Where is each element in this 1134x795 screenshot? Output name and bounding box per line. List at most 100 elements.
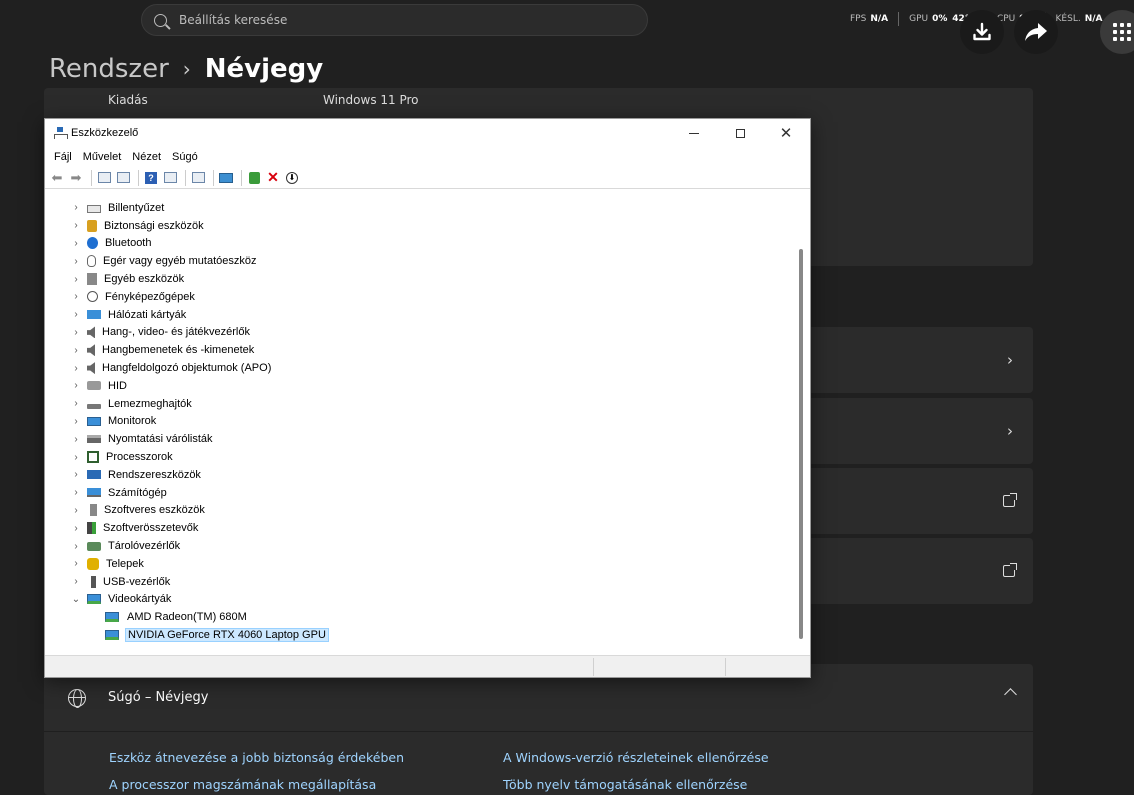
breadcrumb-parent[interactable]: Rendszer bbox=[49, 54, 169, 84]
device-item[interactable]: NVIDIA GeForce RTX 4060 Laptop GPU bbox=[45, 626, 793, 644]
device-category[interactable]: › Tárolóvezérlők bbox=[45, 537, 793, 555]
device-category[interactable]: › USB-vezérlők bbox=[45, 573, 793, 591]
device-category[interactable]: › Nyomtatási várólisták bbox=[45, 430, 793, 448]
device-category[interactable]: › HID bbox=[45, 377, 793, 395]
menu-help[interactable]: Súgó bbox=[172, 151, 198, 163]
window-titlebar[interactable]: Eszközkezelő ✕ bbox=[45, 119, 810, 147]
settings-search-box[interactable] bbox=[141, 4, 648, 36]
device-category[interactable]: › Bluetooth bbox=[45, 235, 793, 253]
menu-action[interactable]: Művelet bbox=[83, 151, 122, 163]
device-category-label: Hálózati kártyák bbox=[108, 308, 187, 321]
action-pane-button[interactable] bbox=[162, 170, 178, 186]
maximize-button[interactable] bbox=[717, 119, 763, 147]
spk-device-icon bbox=[87, 362, 95, 375]
chevron-right-icon[interactable]: › bbox=[71, 220, 81, 231]
chevron-right-icon[interactable]: › bbox=[71, 505, 81, 516]
disk-device-icon bbox=[87, 403, 101, 409]
device-category[interactable]: › Egér vagy egyéb mutatóeszköz bbox=[45, 252, 793, 270]
scan-hardware-button[interactable] bbox=[218, 170, 234, 186]
chevron-right-icon[interactable]: › bbox=[71, 256, 81, 267]
chevron-right-icon[interactable]: › bbox=[71, 202, 81, 213]
device-category[interactable]: ⌄ Videokártyák bbox=[45, 591, 793, 609]
device-category-label: USB-vezérlők bbox=[103, 575, 171, 588]
help-link[interactable]: Több nyelv támogatásának ellenőrzése bbox=[503, 777, 803, 792]
device-category[interactable]: › Monitorok bbox=[45, 413, 793, 431]
chevron-right-icon[interactable]: › bbox=[71, 523, 81, 534]
device-category[interactable]: › Billentyűzet bbox=[45, 199, 793, 217]
help-link[interactable]: A processzor magszámának megállapítása bbox=[109, 777, 503, 792]
search-input[interactable] bbox=[179, 13, 579, 27]
uninstall-device-button[interactable]: ✕ bbox=[265, 169, 281, 186]
download-button[interactable] bbox=[960, 10, 1004, 54]
device-category-label: Monitorok bbox=[108, 415, 157, 428]
menu-view[interactable]: Nézet bbox=[132, 151, 161, 163]
other-device-icon bbox=[87, 273, 97, 286]
device-item[interactable]: AMD Radeon(TM) 680M bbox=[45, 608, 793, 626]
mouse-device-icon bbox=[87, 255, 96, 268]
device-category[interactable]: › Hálózati kártyák bbox=[45, 306, 793, 324]
chevron-right-icon[interactable]: › bbox=[71, 380, 81, 391]
device-category[interactable]: › Szoftverösszetevők bbox=[45, 519, 793, 537]
chevron-right-icon[interactable]: › bbox=[71, 238, 81, 249]
device-category-label: Processzorok bbox=[106, 451, 173, 464]
scrollbar-thumb[interactable] bbox=[799, 249, 803, 639]
device-category[interactable]: › Egyéb eszközök bbox=[45, 270, 793, 288]
device-category[interactable]: › Számítógép bbox=[45, 484, 793, 502]
device-category[interactable]: › Lemezmeghajtók bbox=[45, 395, 793, 413]
chevron-right-icon[interactable]: › bbox=[71, 452, 81, 463]
back-button[interactable]: ⬅ bbox=[49, 170, 65, 186]
chevron-down-icon[interactable]: ⌄ bbox=[71, 594, 81, 605]
properties-button[interactable] bbox=[115, 170, 131, 186]
device-category-label: Telepek bbox=[106, 557, 144, 570]
chevron-right-icon[interactable]: › bbox=[71, 291, 81, 302]
chevron-right-icon[interactable]: › bbox=[71, 309, 81, 320]
help-link[interactable]: A Windows-verzió részleteinek ellenőrzés… bbox=[503, 750, 803, 765]
show-hide-console-tree-button[interactable] bbox=[96, 170, 112, 186]
device-category-label: Lemezmeghajtók bbox=[108, 397, 192, 410]
chevron-right-icon[interactable]: › bbox=[71, 487, 81, 498]
device-category[interactable]: › Hangfeldolgozó objektumok (APO) bbox=[45, 359, 793, 377]
help-link[interactable]: Eszköz átnevezése a jobb biztonság érdek… bbox=[109, 750, 503, 765]
device-category[interactable]: › Szoftveres eszközök bbox=[45, 502, 793, 520]
device-category[interactable]: › Biztonsági eszközök bbox=[45, 217, 793, 235]
add-driver-button[interactable] bbox=[246, 170, 262, 186]
chevron-right-icon[interactable]: › bbox=[71, 434, 81, 445]
spk-device-icon bbox=[87, 326, 95, 339]
minimize-button[interactable] bbox=[671, 119, 717, 147]
device-category[interactable]: › Hang-, video- és játékvezérlők bbox=[45, 324, 793, 342]
device-category-label: Fényképezőgépek bbox=[105, 290, 195, 303]
chevron-right-icon[interactable]: › bbox=[71, 345, 81, 356]
chevron-right-icon: › bbox=[1007, 351, 1013, 369]
device-tree[interactable]: › Billentyűzet › Biztonsági eszközök › Blueto… bbox=[45, 199, 793, 654]
device-category[interactable]: › Hangbemenetek és -kimenetek bbox=[45, 341, 793, 359]
share-button[interactable] bbox=[1014, 10, 1058, 54]
device-category[interactable]: › Telepek bbox=[45, 555, 793, 573]
device-category-label: Videokártyák bbox=[108, 593, 172, 606]
usb-device-icon bbox=[91, 575, 96, 588]
device-category[interactable]: › Rendszereszközök bbox=[45, 466, 793, 484]
chevron-right-icon: › bbox=[1007, 422, 1013, 440]
chevron-right-icon[interactable]: › bbox=[71, 398, 81, 409]
chevron-right-icon[interactable]: › bbox=[71, 541, 81, 552]
device-category[interactable]: › Processzorok bbox=[45, 448, 793, 466]
vertical-scrollbar[interactable] bbox=[793, 199, 809, 654]
mon-device-icon bbox=[87, 416, 101, 426]
help-button[interactable]: ? bbox=[143, 170, 159, 186]
chevron-right-icon[interactable]: › bbox=[71, 469, 81, 480]
prn-device-icon bbox=[87, 435, 101, 444]
chevron-right-icon[interactable]: › bbox=[71, 416, 81, 427]
chevron-right-icon[interactable]: › bbox=[71, 558, 81, 569]
forward-button[interactable]: ➡ bbox=[68, 170, 84, 186]
close-button[interactable]: ✕ bbox=[763, 119, 809, 147]
chevron-right-icon[interactable]: › bbox=[71, 274, 81, 285]
menu-file[interactable]: Fájl bbox=[54, 151, 72, 163]
disable-device-button[interactable]: ⬇ bbox=[284, 170, 300, 186]
apps-grid-button[interactable] bbox=[1100, 10, 1134, 54]
chevron-right-icon[interactable]: › bbox=[71, 327, 81, 338]
chevron-right-icon[interactable]: › bbox=[71, 576, 81, 587]
chevron-right-icon[interactable]: › bbox=[71, 363, 81, 374]
update-driver-button[interactable] bbox=[190, 170, 206, 186]
device-category[interactable]: › Fényképezőgépek bbox=[45, 288, 793, 306]
chevron-up-icon[interactable] bbox=[1004, 688, 1017, 701]
stor-device-icon bbox=[87, 541, 101, 551]
